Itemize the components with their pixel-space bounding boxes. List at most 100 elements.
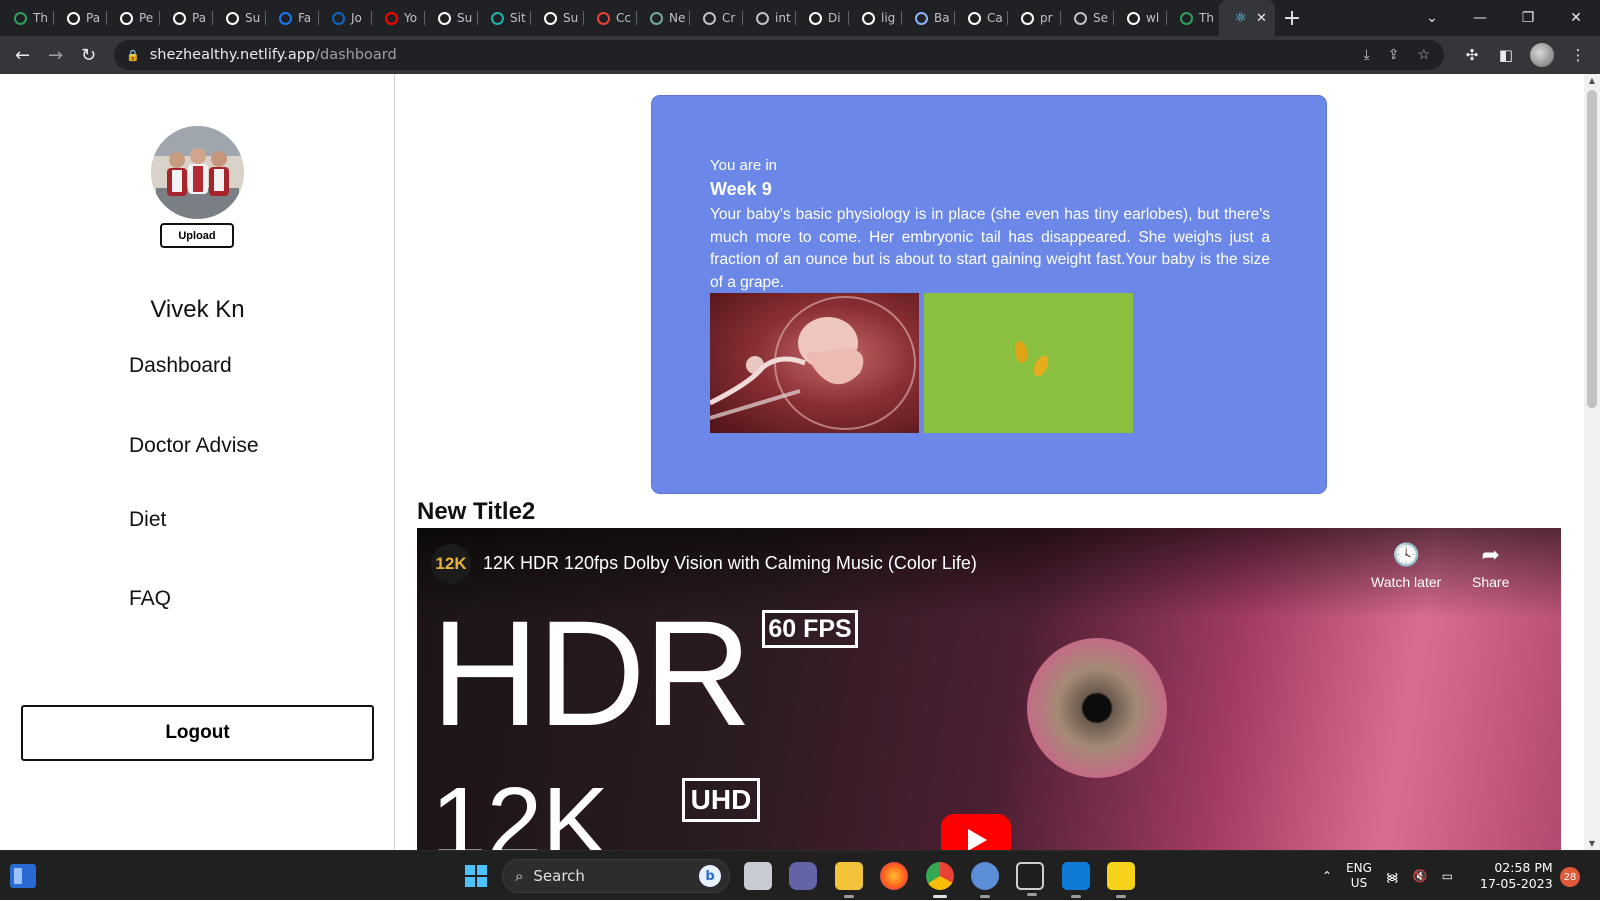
page-scrollbar[interactable]: ▲ ▼: [1584, 74, 1600, 850]
extensions-icon[interactable]: ✣: [1462, 46, 1482, 64]
logout-button[interactable]: Logout: [21, 705, 374, 761]
task-view-icon[interactable]: [744, 862, 772, 890]
tab[interactable]: pr: [1007, 0, 1060, 36]
tab[interactable]: wl: [1113, 0, 1166, 36]
nav-doctor-advise[interactable]: Doctor Advise: [129, 434, 259, 458]
side-panel-icon[interactable]: ◧: [1496, 46, 1516, 64]
tab-label: Yo: [404, 11, 418, 25]
nav-faq[interactable]: FAQ: [129, 587, 171, 611]
tray-overflow-icon[interactable]: ⌃: [1322, 869, 1332, 883]
tab[interactable]: Su: [212, 0, 265, 36]
tab[interactable]: Pa: [159, 0, 212, 36]
wifi-icon[interactable]: ᯼: [1386, 868, 1399, 885]
notification-badge[interactable]: 28: [1560, 867, 1580, 887]
watch-later-label: Watch later: [1371, 574, 1442, 590]
channel-avatar[interactable]: 12K: [431, 544, 471, 584]
nav-diet[interactable]: Diet: [129, 508, 166, 532]
square-icon: [756, 11, 769, 25]
terminal-icon[interactable]: [1016, 862, 1044, 896]
tab[interactable]: Cr: [689, 0, 742, 36]
url-field[interactable]: 🔒 shezhealthy.netlify.app/dashboard ⤓ ⇪ …: [114, 40, 1444, 70]
tab[interactable]: Cc: [583, 0, 636, 36]
user-name: Vivek Kn: [150, 296, 245, 323]
nav-dashboard[interactable]: Dashboard: [129, 354, 232, 378]
teams-chat-icon[interactable]: [789, 862, 817, 890]
tab[interactable]: lig: [848, 0, 901, 36]
file-explorer-icon[interactable]: [835, 862, 863, 898]
qbittorrent-icon[interactable]: [971, 862, 999, 898]
bing-icon[interactable]: b: [699, 865, 721, 887]
tab[interactable]: Th: [1166, 0, 1219, 36]
watch-later-control[interactable]: 🕓 Watch later: [1371, 542, 1441, 590]
widgets-icon[interactable]: [10, 864, 36, 888]
tab[interactable]: Su: [424, 0, 477, 36]
search-label: Search: [533, 867, 585, 885]
tab-search-icon[interactable]: ⌄: [1408, 10, 1456, 26]
tab[interactable]: Pe: [106, 0, 159, 36]
firefox-icon[interactable]: [880, 862, 908, 890]
tab[interactable]: Ba: [901, 0, 954, 36]
close-tab-icon[interactable]: ✕: [1256, 11, 1267, 26]
s-logo-icon: [438, 11, 451, 25]
tab-label: Pa: [192, 11, 207, 25]
tab[interactable]: Sit: [477, 0, 530, 36]
language-indicator[interactable]: ENG US: [1346, 861, 1372, 891]
youtube-embed[interactable]: 12K 12K HDR 120fps Dolby Vision with Cal…: [417, 528, 1561, 850]
system-tray: ⌃ ENG US ᯼ 🔇 ▭: [1322, 851, 1453, 901]
taskbar-clock[interactable]: 02:58 PM 17-05-2023: [1480, 860, 1553, 892]
youtube-play-icon[interactable]: [941, 814, 1011, 850]
bookmark-star-icon[interactable]: ☆: [1417, 47, 1430, 63]
share-page-icon[interactable]: ⇪: [1388, 47, 1400, 63]
new-tab-button[interactable]: +: [1275, 0, 1309, 36]
volume-muted-icon[interactable]: 🔇: [1413, 869, 1428, 883]
page-viewport: Upload Vivek Kn Dashboard Doctor Advise …: [0, 74, 1584, 850]
tab[interactable]: Fa: [265, 0, 318, 36]
back-icon[interactable]: ←: [6, 45, 39, 66]
reload-icon[interactable]: ↻: [72, 45, 105, 66]
video-title[interactable]: 12K HDR 120fps Dolby Vision with Calming…: [483, 553, 977, 574]
vscode-icon[interactable]: [1062, 862, 1090, 898]
battery-icon[interactable]: ▭: [1442, 869, 1453, 883]
eg-icon: [809, 11, 822, 25]
chrome-icon[interactable]: [926, 862, 954, 898]
scrollbar-thumb[interactable]: [1587, 90, 1597, 408]
tab[interactable]: Jo: [318, 0, 371, 36]
tab[interactable]: Yo: [371, 0, 424, 36]
tab-label: Se: [1093, 11, 1108, 25]
tab[interactable]: Su: [530, 0, 583, 36]
tab-label: Su: [457, 11, 473, 25]
tab-label: Pa: [86, 11, 101, 25]
tab[interactable]: Pa: [53, 0, 106, 36]
tab-label: Ne: [669, 11, 686, 25]
tab[interactable]: int: [742, 0, 795, 36]
youtube-icon: [385, 11, 398, 25]
tab[interactable]: Se: [1060, 0, 1113, 36]
bard-icon: [915, 11, 928, 25]
windows-start-icon[interactable]: [465, 865, 487, 887]
upload-button[interactable]: Upload: [160, 223, 234, 248]
install-app-icon[interactable]: ⤓: [1364, 47, 1370, 63]
tab[interactable]: Di: [795, 0, 848, 36]
lock-icon[interactable]: 🔒: [126, 49, 140, 62]
thumbnail-hdr-text: HDR: [431, 589, 752, 757]
tab-label: wl: [1146, 11, 1160, 25]
scroll-down-icon[interactable]: ▼: [1584, 839, 1600, 848]
profile-avatar-icon[interactable]: [1530, 43, 1554, 67]
restore-icon[interactable]: ❐: [1504, 10, 1552, 26]
google-icon: [1127, 11, 1140, 25]
minimize-icon[interactable]: —: [1456, 10, 1504, 26]
tab-active[interactable]: ⚛ ✕: [1219, 0, 1275, 36]
sticky-notes-icon[interactable]: [1107, 862, 1135, 898]
tab-label: Ca: [987, 11, 1003, 25]
taskbar-search[interactable]: ⌕ Search b: [502, 859, 730, 893]
share-control[interactable]: ➦ Share: [1472, 542, 1509, 590]
url-path: /dashboard: [315, 47, 397, 63]
forward-icon[interactable]: →: [39, 45, 72, 66]
tab[interactable]: Ca: [954, 0, 1007, 36]
tab[interactable]: Ne: [636, 0, 689, 36]
gmail-icon: [597, 11, 610, 25]
close-window-icon[interactable]: ✕: [1552, 10, 1600, 26]
tab[interactable]: Th: [0, 0, 53, 36]
menu-kebab-icon[interactable]: ⋮: [1568, 46, 1588, 64]
scroll-up-icon[interactable]: ▲: [1584, 76, 1600, 85]
